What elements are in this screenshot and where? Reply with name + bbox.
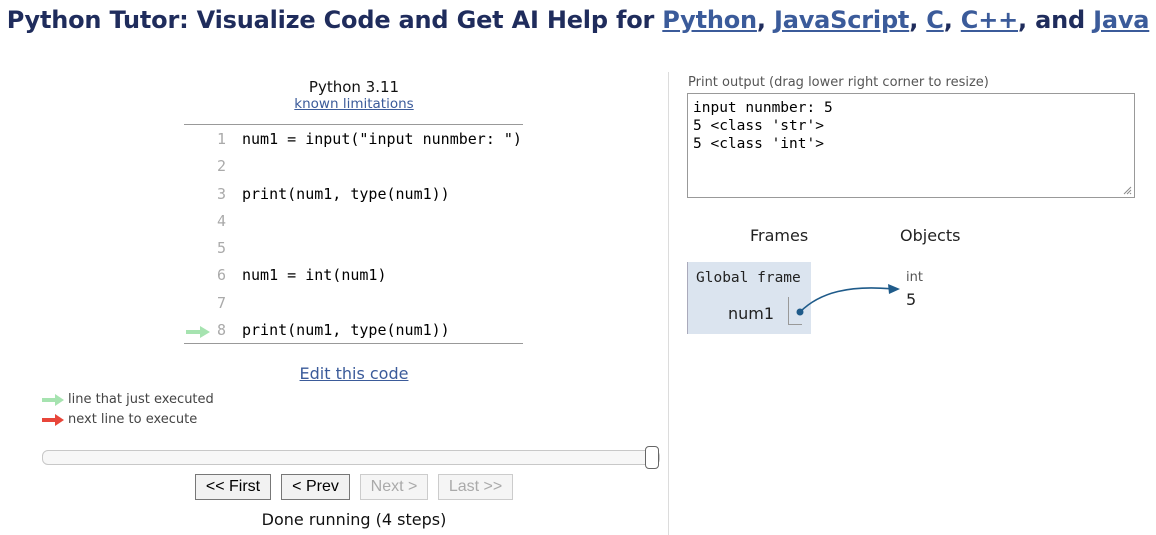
next-button[interactable]: Next > xyxy=(360,474,428,500)
java-link[interactable]: Java xyxy=(1093,6,1149,34)
line-code: num1 = int(num1) xyxy=(242,266,387,285)
c-link[interactable]: C xyxy=(926,6,944,34)
code-line: 6 num1 = int(num1) xyxy=(184,261,523,288)
code-line: 1 num1 = input("input nunmber: ") xyxy=(184,125,523,152)
green-arrow-icon xyxy=(42,393,64,406)
legend-executed: line that just executed xyxy=(42,392,214,407)
run-status: Done running (4 steps) xyxy=(261,510,447,529)
line-code: print(num1, type(num1)) xyxy=(242,184,450,203)
header-sep: , xyxy=(943,6,961,34)
output-line: 5 <class 'int'> xyxy=(693,136,824,152)
slider-handle[interactable] xyxy=(645,446,659,469)
python-link[interactable]: Python xyxy=(662,6,757,34)
line-number: 4 xyxy=(216,211,226,230)
code-line: 3 print(num1, type(num1)) xyxy=(184,180,523,207)
first-button[interactable]: << First xyxy=(195,474,271,500)
global-frame: Global frame num1 xyxy=(687,262,811,334)
line-number: 2 xyxy=(216,157,226,176)
header-sep: , xyxy=(756,6,774,34)
code-line: 4 xyxy=(184,207,523,234)
red-arrow-icon xyxy=(42,413,64,426)
line-number: 8 xyxy=(216,321,226,340)
code-display: 1 num1 = input("input nunmber: ") 2 3 pr… xyxy=(184,124,523,345)
variable-name: num1 xyxy=(728,304,775,323)
python-version: Python 3.11 xyxy=(308,78,400,96)
object-type-label: int xyxy=(906,270,923,285)
code-line: 7 xyxy=(184,289,523,316)
edit-code-link[interactable]: Edit this code xyxy=(184,364,524,383)
header-sep: , and xyxy=(1018,6,1094,34)
line-number: 1 xyxy=(216,130,226,148)
legend-executed-label: line that just executed xyxy=(68,392,214,407)
cpp-link[interactable]: C++ xyxy=(961,6,1018,34)
line-code: print(num1, type(num1)) xyxy=(242,321,450,340)
line-code: num1 = input("input nunmber: ") xyxy=(242,130,522,148)
panel-divider xyxy=(668,72,669,535)
javascript-link[interactable]: JavaScript xyxy=(774,6,909,34)
print-output-box[interactable]: input nunmber: 5 5 <class 'str'> 5 <clas… xyxy=(687,93,1135,198)
code-line: 5 xyxy=(184,234,523,261)
line-number: 5 xyxy=(216,239,226,258)
object-value: 5 xyxy=(906,290,917,309)
pointer-arrowhead-icon xyxy=(888,284,900,294)
objects-header: Objects xyxy=(900,226,961,245)
pointer-line xyxy=(799,287,894,313)
frame-title: Global frame xyxy=(696,270,801,286)
line-number: 7 xyxy=(216,293,226,312)
header-sep: , xyxy=(909,6,927,34)
output-line: 5 <class 'str'> xyxy=(693,118,824,134)
output-line: input nunmber: 5 xyxy=(693,100,833,116)
legend-next-label: next line to execute xyxy=(68,412,198,427)
known-limitations-link[interactable]: known limitations xyxy=(184,96,524,112)
line-number: 3 xyxy=(216,184,226,203)
variable-slot xyxy=(788,297,802,325)
prev-button[interactable]: < Prev xyxy=(281,474,350,500)
execution-slider[interactable] xyxy=(42,446,660,469)
frames-header: Frames xyxy=(750,226,809,245)
code-line-current: 8 print(num1, type(num1)) xyxy=(184,316,523,343)
code-line: 2 xyxy=(184,152,523,179)
line-number: 6 xyxy=(216,266,226,285)
last-button[interactable]: Last >> xyxy=(438,474,513,500)
resize-grip-icon[interactable] xyxy=(1123,186,1132,195)
code-panel: Python 3.11 known limitations 1 num1 = i… xyxy=(0,0,668,535)
print-output-label: Print output (drag lower right corner to… xyxy=(688,75,989,90)
legend-next: next line to execute xyxy=(42,412,197,427)
